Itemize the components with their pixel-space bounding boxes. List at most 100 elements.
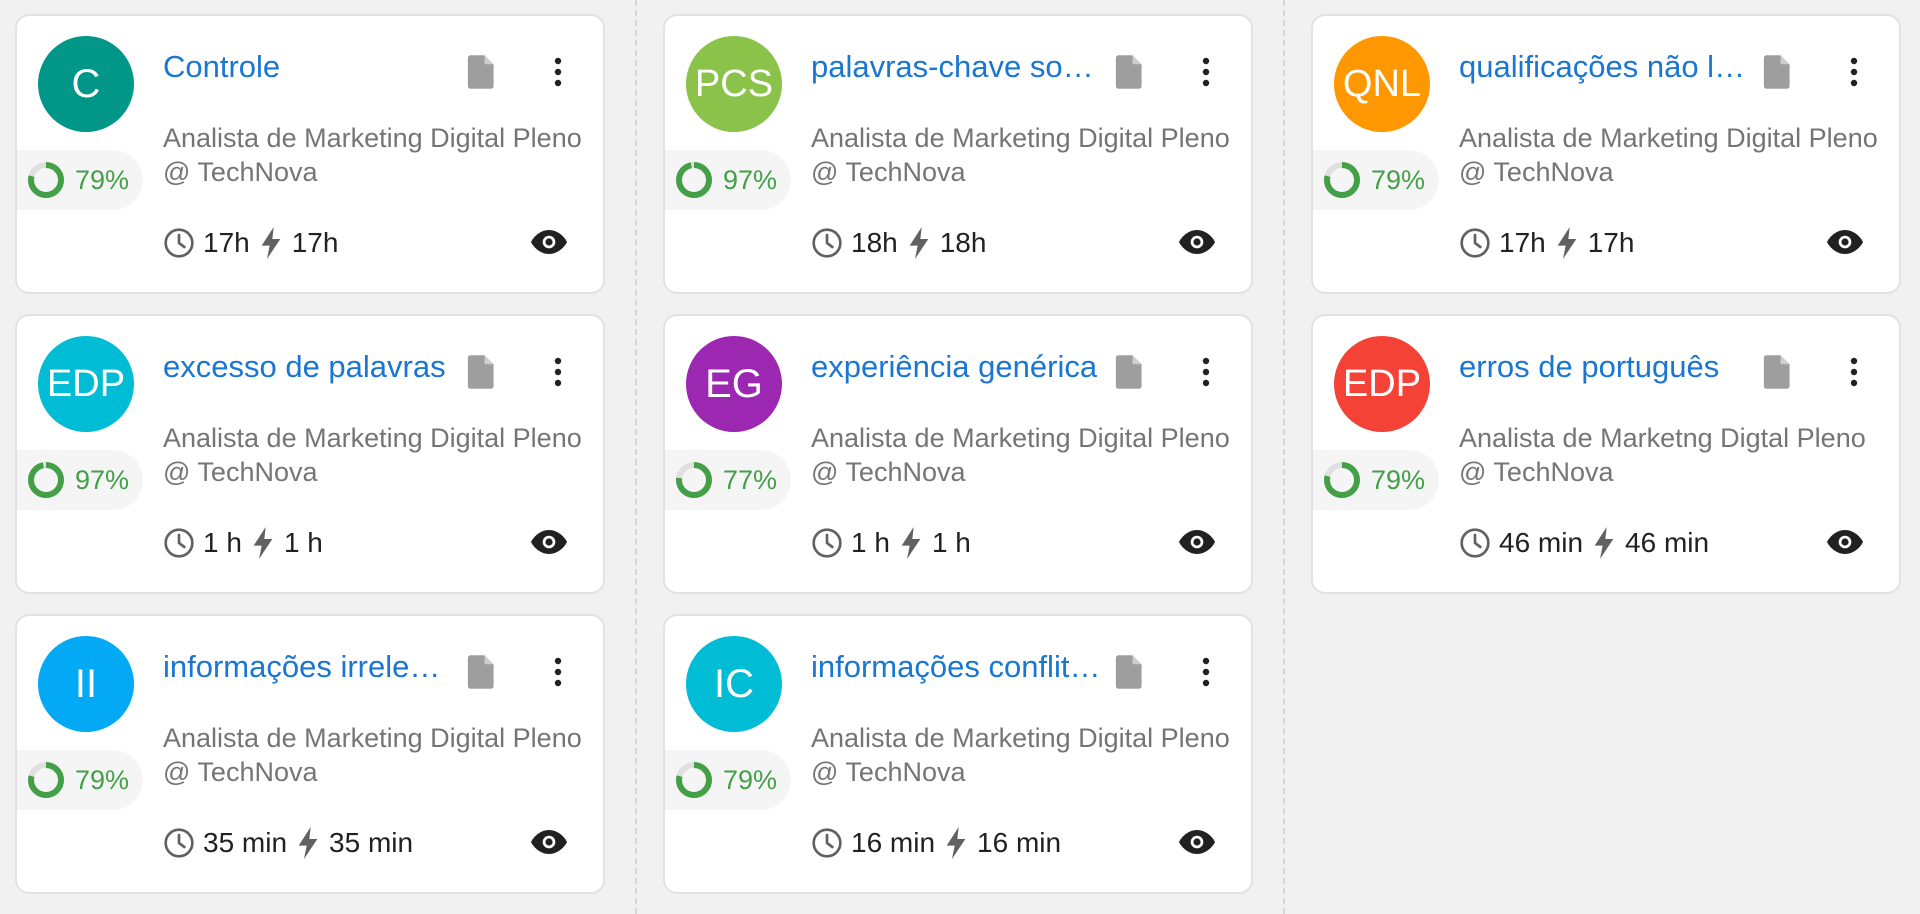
- clock-icon: [164, 528, 194, 558]
- more-vert-icon[interactable]: [1194, 54, 1218, 90]
- response-time: 18h: [939, 227, 987, 258]
- lightning-icon: [946, 827, 966, 859]
- response-time: 17h: [291, 227, 339, 258]
- eye-icon[interactable]: [531, 529, 567, 555]
- job-title: Analista de Marketing Digital Pleno: [811, 723, 1230, 753]
- response-time: 16 min: [977, 827, 1062, 858]
- score-value: 97%: [75, 464, 130, 495]
- candidate-card[interactable]: QNL 79% qualificações não listadas: [1311, 14, 1901, 294]
- response-time: 1 h: [931, 527, 971, 558]
- clock-icon: [812, 228, 842, 258]
- document-icon[interactable]: [466, 654, 498, 690]
- eye-icon[interactable]: [531, 229, 567, 255]
- eye-icon[interactable]: [1827, 229, 1863, 255]
- score-value: 79%: [1371, 464, 1426, 495]
- candidate-card[interactable]: C 79% Controle Analista de Marketing Dig…: [15, 14, 605, 294]
- score-ring-icon: [28, 462, 64, 498]
- card-title-link[interactable]: Controle: [163, 49, 453, 85]
- response-time: 35 min: [329, 827, 414, 858]
- lightning-icon: [261, 227, 281, 259]
- document-icon[interactable]: [1762, 354, 1794, 390]
- score-value: 79%: [723, 764, 778, 795]
- eye-icon[interactable]: [1179, 829, 1215, 855]
- time-stats: 46 min 46 min: [1459, 523, 1709, 563]
- match-score: 77%: [665, 450, 791, 510]
- candidate-card[interactable]: EDP 79% erros de português Analista de M…: [1311, 314, 1901, 594]
- card-title-link[interactable]: palavras-chave sobrecarregadas: [811, 49, 1101, 85]
- match-score: 79%: [17, 150, 143, 210]
- more-vert-icon[interactable]: [546, 354, 570, 390]
- eye-icon[interactable]: [1179, 229, 1215, 255]
- company-name: @ TechNova: [1459, 457, 1614, 487]
- company-name: @ TechNova: [811, 457, 966, 487]
- lightning-icon: [909, 227, 929, 259]
- time-stats: 18h 18h: [811, 223, 986, 263]
- more-vert-icon[interactable]: [546, 654, 570, 690]
- candidate-card[interactable]: PCS 97% palavras-chave sobrecarregadas: [663, 14, 1253, 294]
- score-value: 79%: [75, 764, 130, 795]
- match-score: 79%: [1313, 450, 1439, 510]
- eye-icon[interactable]: [1827, 529, 1863, 555]
- more-vert-icon[interactable]: [1194, 354, 1218, 390]
- lightning-icon: [298, 827, 318, 859]
- card-title-link[interactable]: erros de português: [1459, 349, 1749, 385]
- score-ring-icon: [1324, 162, 1360, 198]
- elapsed-time: 17h: [203, 227, 250, 258]
- job-title: Analista de Marketing Digital Pleno: [1459, 123, 1878, 153]
- score-ring-icon: [28, 162, 64, 198]
- score-value: 79%: [75, 164, 130, 195]
- document-icon[interactable]: [466, 354, 498, 390]
- clock-icon: [1460, 528, 1490, 558]
- avatar: IC: [686, 636, 782, 732]
- clock-icon: [164, 228, 194, 258]
- match-score: 79%: [1313, 150, 1439, 210]
- candidate-card[interactable]: EG 77% experiência genérica Analista de …: [663, 314, 1253, 594]
- candidate-card[interactable]: IC 79% informações conflitantes: [663, 614, 1253, 894]
- job-title: Analista de Marketing Digital Pleno: [811, 423, 1230, 453]
- lightning-icon: [1557, 227, 1577, 259]
- document-icon[interactable]: [466, 54, 498, 90]
- score-value: 97%: [723, 164, 778, 195]
- job-title: Analista de Marketing Digital Pleno: [163, 423, 582, 453]
- card-title-link[interactable]: qualificações não listadas: [1459, 49, 1749, 85]
- candidate-card[interactable]: II 79% informações irrelevantes: [15, 614, 605, 894]
- company-name: @ TechNova: [163, 457, 318, 487]
- eye-icon[interactable]: [531, 829, 567, 855]
- card-title-link[interactable]: informações irrelevantes: [163, 649, 453, 685]
- time-stats: 1 h 1 h: [811, 523, 971, 563]
- response-time: 1 h: [283, 527, 323, 558]
- job-title: Analista de Marketing Digital Pleno: [811, 123, 1230, 153]
- clock-icon: [812, 528, 842, 558]
- clock-icon: [164, 828, 194, 858]
- company-name: @ TechNova: [811, 157, 966, 187]
- card-title-link[interactable]: excesso de palavras: [163, 349, 453, 385]
- elapsed-time: 16 min: [851, 827, 936, 858]
- card-title-link[interactable]: experiência genérica: [811, 349, 1101, 385]
- more-vert-icon[interactable]: [1194, 654, 1218, 690]
- elapsed-time: 17h: [1499, 227, 1546, 258]
- company-name: @ TechNova: [163, 757, 318, 787]
- time-stats: 17h 17h: [1459, 223, 1634, 263]
- more-vert-icon[interactable]: [546, 54, 570, 90]
- candidate-card[interactable]: EDP 97% excesso de palavras Analista de …: [15, 314, 605, 594]
- company-name: @ TechNova: [1459, 157, 1614, 187]
- score-ring-icon: [676, 762, 712, 798]
- document-icon[interactable]: [1762, 54, 1794, 90]
- document-icon[interactable]: [1114, 654, 1146, 690]
- avatar: C: [38, 36, 134, 132]
- score-ring-icon: [28, 762, 64, 798]
- clock-icon: [812, 828, 842, 858]
- elapsed-time: 18h: [851, 227, 898, 258]
- more-vert-icon[interactable]: [1842, 354, 1866, 390]
- document-icon[interactable]: [1114, 54, 1146, 90]
- time-stats: 1 h 1 h: [163, 523, 323, 563]
- column-divider: [1283, 0, 1285, 914]
- avatar: EDP: [1334, 336, 1430, 432]
- time-stats: 17h 17h: [163, 223, 338, 263]
- score-value: 79%: [1371, 164, 1426, 195]
- eye-icon[interactable]: [1179, 529, 1215, 555]
- document-icon[interactable]: [1114, 354, 1146, 390]
- card-title-link[interactable]: informações conflitantes: [811, 649, 1101, 685]
- more-vert-icon[interactable]: [1842, 54, 1866, 90]
- elapsed-time: 46 min: [1499, 527, 1584, 558]
